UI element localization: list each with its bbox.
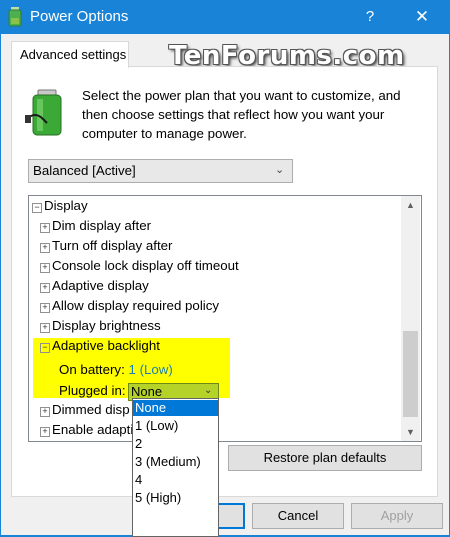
expand-icon[interactable]: +	[40, 407, 50, 417]
power-options-app-icon	[8, 7, 22, 27]
apply-button[interactable]: Apply	[351, 503, 443, 529]
instructions-text: Select the power plan that you want to c…	[82, 88, 401, 141]
power-plan-select[interactable]: Balanced [Active] ⌄	[28, 159, 293, 183]
expand-icon[interactable]: +	[40, 427, 50, 437]
scroll-up-arrow-icon[interactable]: ▲	[401, 196, 420, 214]
settings-tree[interactable]: − Display + Dim display after + Turn off di…	[28, 195, 422, 442]
dropdown-option[interactable]: 2	[133, 436, 218, 452]
plugged-in-label: Plugged in:	[59, 383, 126, 398]
setting-on-battery[interactable]: On battery: 1 (Low)	[59, 360, 173, 380]
plugged-in-dropdown-list[interactable]: None 1 (Low) 2 3 (Medium) 4 5 (High)	[132, 398, 219, 537]
collapse-icon[interactable]: −	[32, 203, 42, 213]
tree-item-label: Display brightness	[52, 318, 161, 333]
tree-item-label: Enable adapti	[52, 422, 134, 437]
expand-icon[interactable]: +	[40, 243, 50, 253]
dropdown-option[interactable]: None	[133, 400, 218, 416]
collapse-icon[interactable]: −	[40, 343, 50, 353]
tree-item-adaptive-display[interactable]: + Adaptive display	[40, 276, 149, 296]
tab-advanced-settings[interactable]: Advanced settings	[11, 41, 129, 68]
cancel-button[interactable]: Cancel	[252, 503, 344, 529]
window-title: Power Options	[30, 8, 129, 25]
tree-item-dimmed-display[interactable]: + Dimmed disp	[40, 400, 130, 420]
dropdown-option[interactable]: 4	[133, 472, 218, 488]
on-battery-value: 1 (Low)	[128, 362, 173, 377]
tree-item-label: Adaptive display	[52, 278, 149, 293]
chevron-down-icon: ⌄	[204, 385, 213, 396]
tree-item-enable-adaptive[interactable]: + Enable adapti	[40, 420, 133, 440]
expand-icon[interactable]: +	[40, 283, 50, 293]
tree-item-dim-display[interactable]: + Dim display after	[40, 216, 151, 236]
dropdown-option[interactable]: 3 (Medium)	[133, 454, 218, 470]
expand-icon[interactable]: +	[40, 303, 50, 313]
tree-item-console-lock[interactable]: + Console lock display off timeout	[40, 256, 239, 276]
help-button[interactable]: ?	[355, 4, 385, 30]
tree-item-label: Turn off display after	[52, 238, 173, 253]
on-battery-label: On battery:	[59, 362, 125, 377]
dialog-client: Advanced settings TenForums.com Select t…	[1, 34, 449, 537]
tree-item-adaptive-backlight[interactable]: − Adaptive backlight	[40, 336, 160, 356]
tree-item-label: Console lock display off timeout	[52, 258, 239, 273]
close-button[interactable]: ✕	[402, 4, 442, 30]
chevron-down-icon: ⌄	[275, 164, 285, 176]
dropdown-option[interactable]: 5 (High)	[133, 490, 218, 506]
scrollbar-thumb[interactable]	[403, 331, 418, 417]
tree-item-label: Dimmed disp	[52, 402, 130, 417]
battery-icon	[25, 89, 62, 136]
expand-icon[interactable]: +	[40, 223, 50, 233]
dropdown-option[interactable]: 1 (Low)	[133, 418, 218, 434]
tree-scrollbar[interactable]: ▲ ▼	[401, 196, 420, 441]
tree-item-label: Allow display required policy	[52, 298, 220, 313]
scroll-down-arrow-icon[interactable]: ▼	[401, 423, 420, 441]
tree-item-label: Display	[44, 198, 88, 213]
tree-item-display-brightness[interactable]: + Display brightness	[40, 316, 161, 336]
tree-item-turn-off-display[interactable]: + Turn off display after	[40, 236, 172, 256]
tree-item-label: Adaptive backlight	[52, 338, 160, 353]
tree-item-label: Dim display after	[52, 218, 152, 233]
restore-plan-defaults-button[interactable]: Restore plan defaults	[228, 445, 422, 471]
expand-icon[interactable]: +	[40, 263, 50, 273]
expand-icon[interactable]: +	[40, 323, 50, 333]
tree-item-display[interactable]: − Display	[32, 196, 88, 216]
title-bar: Power Options ? ✕	[0, 0, 450, 34]
plan-select-value: Balanced [Active]	[33, 163, 136, 178]
tree-item-allow-display-required[interactable]: + Allow display required policy	[40, 296, 219, 316]
tab-label: Advanced settings	[20, 47, 127, 62]
